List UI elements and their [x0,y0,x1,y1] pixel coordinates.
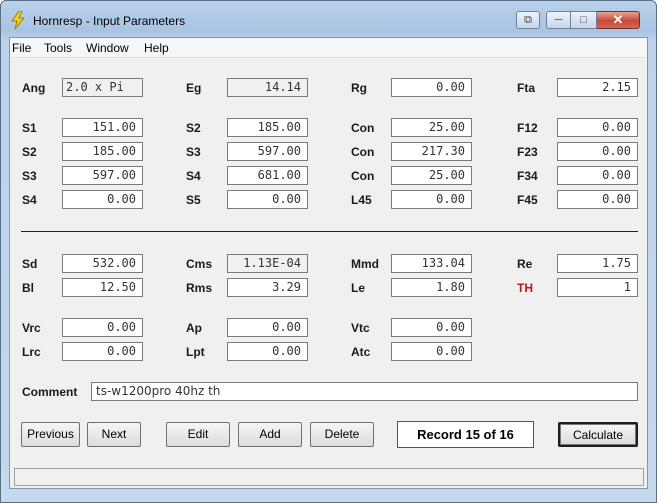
label-l45: L45 [351,193,372,207]
label-le: Le [351,281,366,295]
label-cms: Cms [186,257,213,271]
comment-field[interactable]: ts-w1200pro 40hz th [91,382,638,401]
field-ang[interactable]: 2.0 x Pi [62,78,143,97]
label-ang: Ang [22,81,46,95]
label-re: Re [517,257,533,271]
field-s5[interactable]: 0.00 [227,190,308,209]
label-f23: F23 [517,145,538,159]
field-ap[interactable]: 0.00 [227,318,308,337]
calculate-button[interactable]: Calculate [558,422,638,447]
label-con-3: Con [351,169,375,183]
field-lpt[interactable]: 0.00 [227,342,308,361]
label-s5: S5 [186,193,201,207]
field-s2[interactable]: 185.00 [62,142,143,161]
field-fta[interactable]: 2.15 [557,78,638,97]
field-f12[interactable]: 0.00 [557,118,638,137]
label-s3: S3 [22,169,37,183]
maximize-icon: □ [580,14,587,26]
label-vtc: Vtc [351,321,370,335]
window-title: Hornresp - Input Parameters [33,14,186,28]
label-f34: F34 [517,169,538,183]
field-s4-right[interactable]: 681.00 [227,166,308,185]
label-comment: Comment [22,385,78,399]
label-con-1: Con [351,121,375,135]
field-cms[interactable]: 1.13E-04 [227,254,308,273]
label-s4-right: S4 [186,169,201,183]
field-vtc[interactable]: 0.00 [391,318,472,337]
field-lrc[interactable]: 0.00 [62,342,143,361]
label-s3-right: S3 [186,145,201,159]
field-con-3[interactable]: 25.00 [391,166,472,185]
window-menu-button[interactable]: ⧉ [516,11,540,29]
field-eg[interactable]: 14.14 [227,78,308,97]
status-bar [14,468,644,486]
menu-bar: File Tools Window Help [10,38,647,58]
field-f34[interactable]: 0.00 [557,166,638,185]
close-button[interactable]: ✕ [597,11,640,29]
minimize-icon: ─ [554,14,563,26]
label-s1: S1 [22,121,37,135]
hornresp-window: Hornresp - Input Parameters ⧉ ─ □ ✕ File… [0,0,657,503]
label-th[interactable]: TH [517,281,533,295]
menu-file[interactable]: File [12,41,31,55]
record-indicator: Record 15 of 16 [397,421,534,448]
restore-icon: ⧉ [524,14,532,26]
next-button[interactable]: Next [87,422,141,447]
title-bar[interactable]: Hornresp - Input Parameters ⧉ ─ □ ✕ [1,1,656,37]
field-le[interactable]: 1.80 [391,278,472,297]
previous-button[interactable]: Previous [21,422,80,447]
field-sd[interactable]: 532.00 [62,254,143,273]
field-s4[interactable]: 0.00 [62,190,143,209]
close-icon: ✕ [612,12,624,27]
lightning-bolt-icon [11,11,25,29]
label-eg: Eg [186,81,202,95]
field-s1[interactable]: 151.00 [62,118,143,137]
field-rms[interactable]: 3.29 [227,278,308,297]
field-mmd[interactable]: 133.04 [391,254,472,273]
label-ap: Ap [186,321,202,335]
edit-button[interactable]: Edit [166,422,230,447]
label-atc: Atc [351,345,371,359]
menu-tools[interactable]: Tools [44,41,72,55]
label-bl: Bl [22,281,34,295]
field-vrc[interactable]: 0.00 [62,318,143,337]
delete-button[interactable]: Delete [310,422,374,447]
field-re[interactable]: 1.75 [557,254,638,273]
field-s3-right[interactable]: 597.00 [227,142,308,161]
label-f12: F12 [517,121,538,135]
label-s2-right: S2 [186,121,201,135]
menu-help[interactable]: Help [144,41,169,55]
label-rg: Rg [351,81,367,95]
label-vrc: Vrc [22,321,41,335]
label-s4: S4 [22,193,37,207]
field-atc[interactable]: 0.00 [391,342,472,361]
label-lpt: Lpt [186,345,205,359]
field-bl[interactable]: 12.50 [62,278,143,297]
menu-window[interactable]: Window [86,41,129,55]
field-rg[interactable]: 0.00 [391,78,472,97]
label-rms: Rms [186,281,213,295]
add-button[interactable]: Add [238,422,302,447]
field-s2-right[interactable]: 185.00 [227,118,308,137]
label-sd: Sd [22,257,38,271]
label-fta: Fta [517,81,535,95]
label-con-2: Con [351,145,375,159]
input-parameters-panel: File Tools Window Help Ang 2.0 x Pi Eg 1… [9,37,648,489]
field-th[interactable]: 1 [557,278,638,297]
label-mmd: Mmd [351,257,379,271]
label-f45: F45 [517,193,538,207]
field-con-1[interactable]: 25.00 [391,118,472,137]
field-s3[interactable]: 597.00 [62,166,143,185]
field-f45[interactable]: 0.00 [557,190,638,209]
section-divider [21,231,638,232]
minimize-button[interactable]: ─ [546,11,571,29]
label-s2: S2 [22,145,37,159]
field-l45[interactable]: 0.00 [391,190,472,209]
field-f23[interactable]: 0.00 [557,142,638,161]
label-lrc: Lrc [22,345,41,359]
field-con-2[interactable]: 217.30 [391,142,472,161]
maximize-button[interactable]: □ [571,11,597,29]
